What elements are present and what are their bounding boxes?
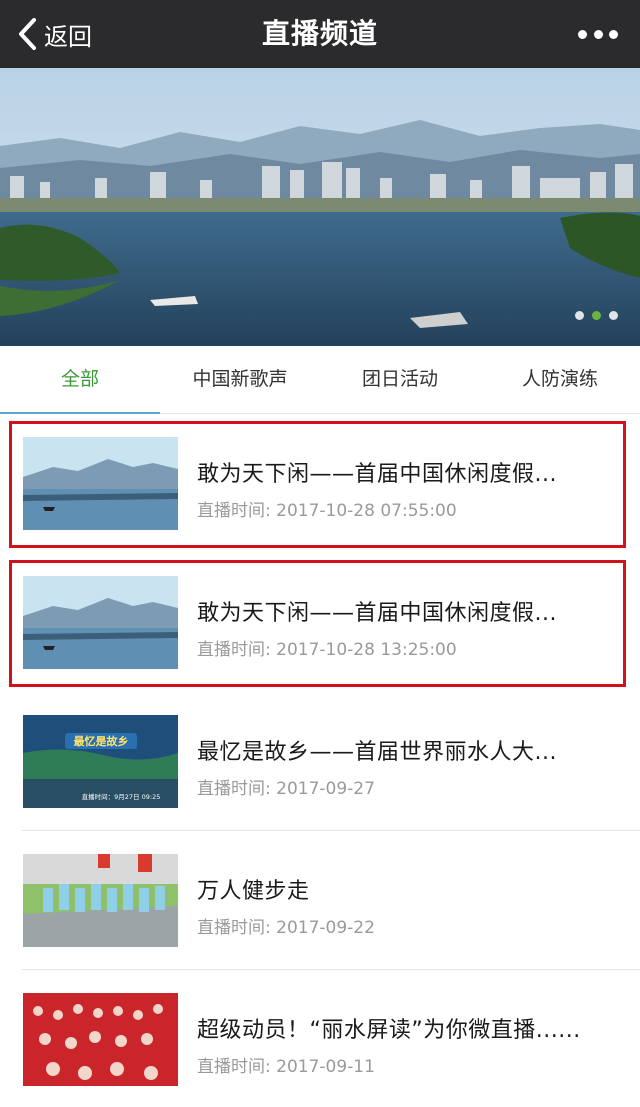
item-title: 敢为天下闲——首届中国休闲度假... — [197, 601, 557, 626]
item-title: 超级动员！“丽水屏读”为你微直播...... — [197, 1018, 581, 1043]
thumb-heading: 最忆是故乡 — [74, 734, 129, 748]
banner-image — [0, 68, 640, 346]
item-time: 直播时间: 2017-10-28 07:55:00 — [197, 501, 457, 521]
item-time: 直播时间: 2017-09-27 — [197, 779, 375, 799]
list-item[interactable]: 超级动员！“丽水屏读”为你微直播...... 直播时间: 2017-09-11 — [0, 970, 640, 1107]
list-item[interactable]: 最忆是故乡 直播时间：9月27日 09:25 最忆是故乡——首届世界丽水人大..… — [0, 692, 640, 831]
carousel-dot-active[interactable] — [592, 311, 601, 320]
carousel-dot[interactable] — [575, 311, 584, 320]
chevron-left-icon — [19, 18, 36, 50]
item-title: 万人健步走 — [197, 879, 310, 904]
thumb-date: 直播时间：9月27日 09:25 — [82, 792, 161, 801]
item-title: 最忆是故乡——首届世界丽水人大... — [197, 740, 557, 765]
back-button[interactable]: 返回 — [14, 0, 92, 68]
banner-carousel[interactable] — [0, 68, 640, 346]
tab-civil-defense[interactable]: 人防演练 — [480, 346, 640, 413]
tab-new-voice[interactable]: 中国新歌声 — [160, 346, 320, 413]
carousel-indicator — [575, 311, 618, 320]
item-time: 直播时间: 2017-09-22 — [197, 918, 375, 938]
item-thumbnail — [23, 437, 178, 530]
more-dots-icon — [578, 29, 587, 39]
carousel-dot[interactable] — [609, 311, 618, 320]
list-item[interactable]: 万人健步走 直播时间: 2017-09-22 — [0, 831, 640, 970]
tab-all[interactable]: 全部 — [0, 346, 160, 414]
item-title: 敢为天下闲——首届中国休闲度假... — [197, 462, 557, 487]
nav-bar: 返回 直播频道 — [0, 0, 640, 68]
page-title: 直播频道 — [261, 17, 378, 50]
list-item[interactable]: 敢为天下闲——首届中国休闲度假... 直播时间: 2017-10-28 13:2… — [0, 553, 640, 692]
tab-league-day[interactable]: 团日活动 — [320, 346, 480, 413]
list-item[interactable]: 敢为天下闲——首届中国休闲度假... 直播时间: 2017-10-28 07:5… — [0, 414, 640, 553]
live-list: 敢为天下闲——首届中国休闲度假... 直播时间: 2017-10-28 07:5… — [0, 414, 640, 1107]
item-time: 直播时间: 2017-10-28 13:25:00 — [197, 640, 457, 660]
item-thumbnail — [23, 993, 178, 1086]
item-thumbnail — [23, 576, 178, 669]
category-tabs: 全部 中国新歌声 团日活动 人防演练 — [0, 346, 640, 414]
item-time: 直播时间: 2017-09-11 — [197, 1057, 375, 1077]
item-thumbnail — [23, 854, 178, 947]
item-thumbnail: 最忆是故乡 直播时间：9月27日 09:25 — [23, 715, 178, 808]
back-label: 返回 — [44, 22, 92, 51]
more-button[interactable] — [578, 22, 618, 46]
